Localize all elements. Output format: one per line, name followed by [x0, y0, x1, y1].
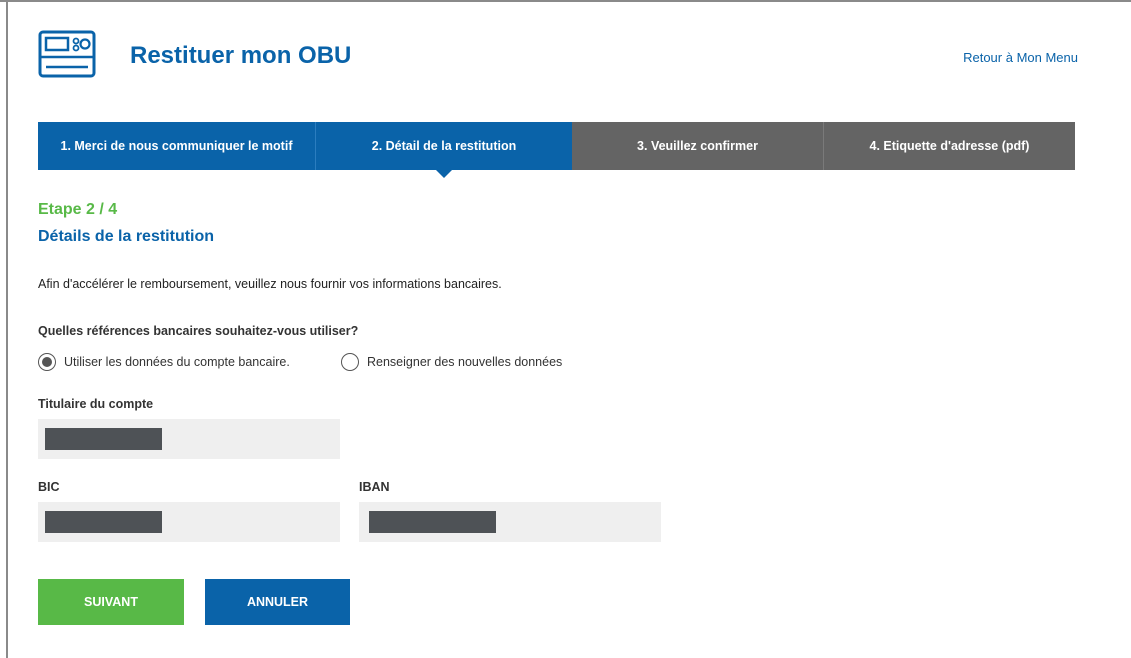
iban-label: IBAN	[359, 480, 390, 494]
step-1-tab[interactable]: 1. Merci de nous communiquer le motif	[38, 122, 316, 170]
account-holder-field[interactable]	[38, 419, 340, 459]
obu-device-icon	[38, 30, 96, 78]
radio-dot	[42, 357, 52, 367]
step-counter: Etape 2 / 4	[38, 201, 118, 218]
active-step-indicator	[436, 170, 452, 178]
step-1-label: 1. Merci de nous communiquer le motif	[60, 139, 293, 153]
radio-new-data-label: Renseigner des nouvelles données	[367, 355, 563, 369]
step-3-label: 3. Veuillez confirmer	[637, 139, 758, 153]
step-4-tab[interactable]: 4. Etiquette d'adresse (pdf)	[824, 122, 1075, 170]
cancel-button[interactable]: ANNULER	[205, 579, 350, 625]
radio-use-account-data[interactable]: Utiliser les données du compte bancaire.	[38, 351, 290, 373]
page-header: Restituer mon OBU Retour à Mon Menu	[38, 30, 1078, 80]
bic-field[interactable]	[38, 502, 340, 542]
account-holder-label: Titulaire du compte	[38, 397, 154, 411]
page-title: Restituer mon OBU	[130, 42, 352, 69]
next-button[interactable]: SUIVANT	[38, 579, 184, 625]
bank-reference-question: Quelles références bancaires souhaitez-v…	[38, 324, 359, 338]
iban-field[interactable]	[359, 502, 661, 542]
section-title: Détails de la restitution	[38, 228, 215, 245]
progress-steps: 1. Merci de nous communiquer le motif 2.…	[38, 122, 1075, 178]
step-4-label: 4. Etiquette d'adresse (pdf)	[869, 139, 1030, 153]
bic-label: BIC	[38, 480, 60, 494]
back-to-menu-link[interactable]: Retour à Mon Menu	[963, 50, 1078, 65]
radio-button-unselected[interactable]	[341, 353, 359, 371]
step-2-label: 2. Détail de la restitution	[371, 139, 517, 153]
redacted-value	[45, 511, 162, 533]
radio-use-account-data-label: Utiliser les données du compte bancaire.	[64, 355, 290, 369]
step-2-tab[interactable]: 2. Détail de la restitution	[316, 122, 572, 178]
window-top-border	[0, 0, 1131, 2]
radio-button-selected[interactable]	[38, 353, 56, 371]
window-left-border	[6, 0, 8, 658]
intro-text: Afin d'accélérer le remboursement, veuil…	[38, 277, 502, 291]
redacted-value	[45, 428, 162, 450]
step-3-tab[interactable]: 3. Veuillez confirmer	[572, 122, 824, 170]
redacted-value	[369, 511, 496, 533]
radio-new-data[interactable]: Renseigner des nouvelles données	[341, 351, 562, 373]
